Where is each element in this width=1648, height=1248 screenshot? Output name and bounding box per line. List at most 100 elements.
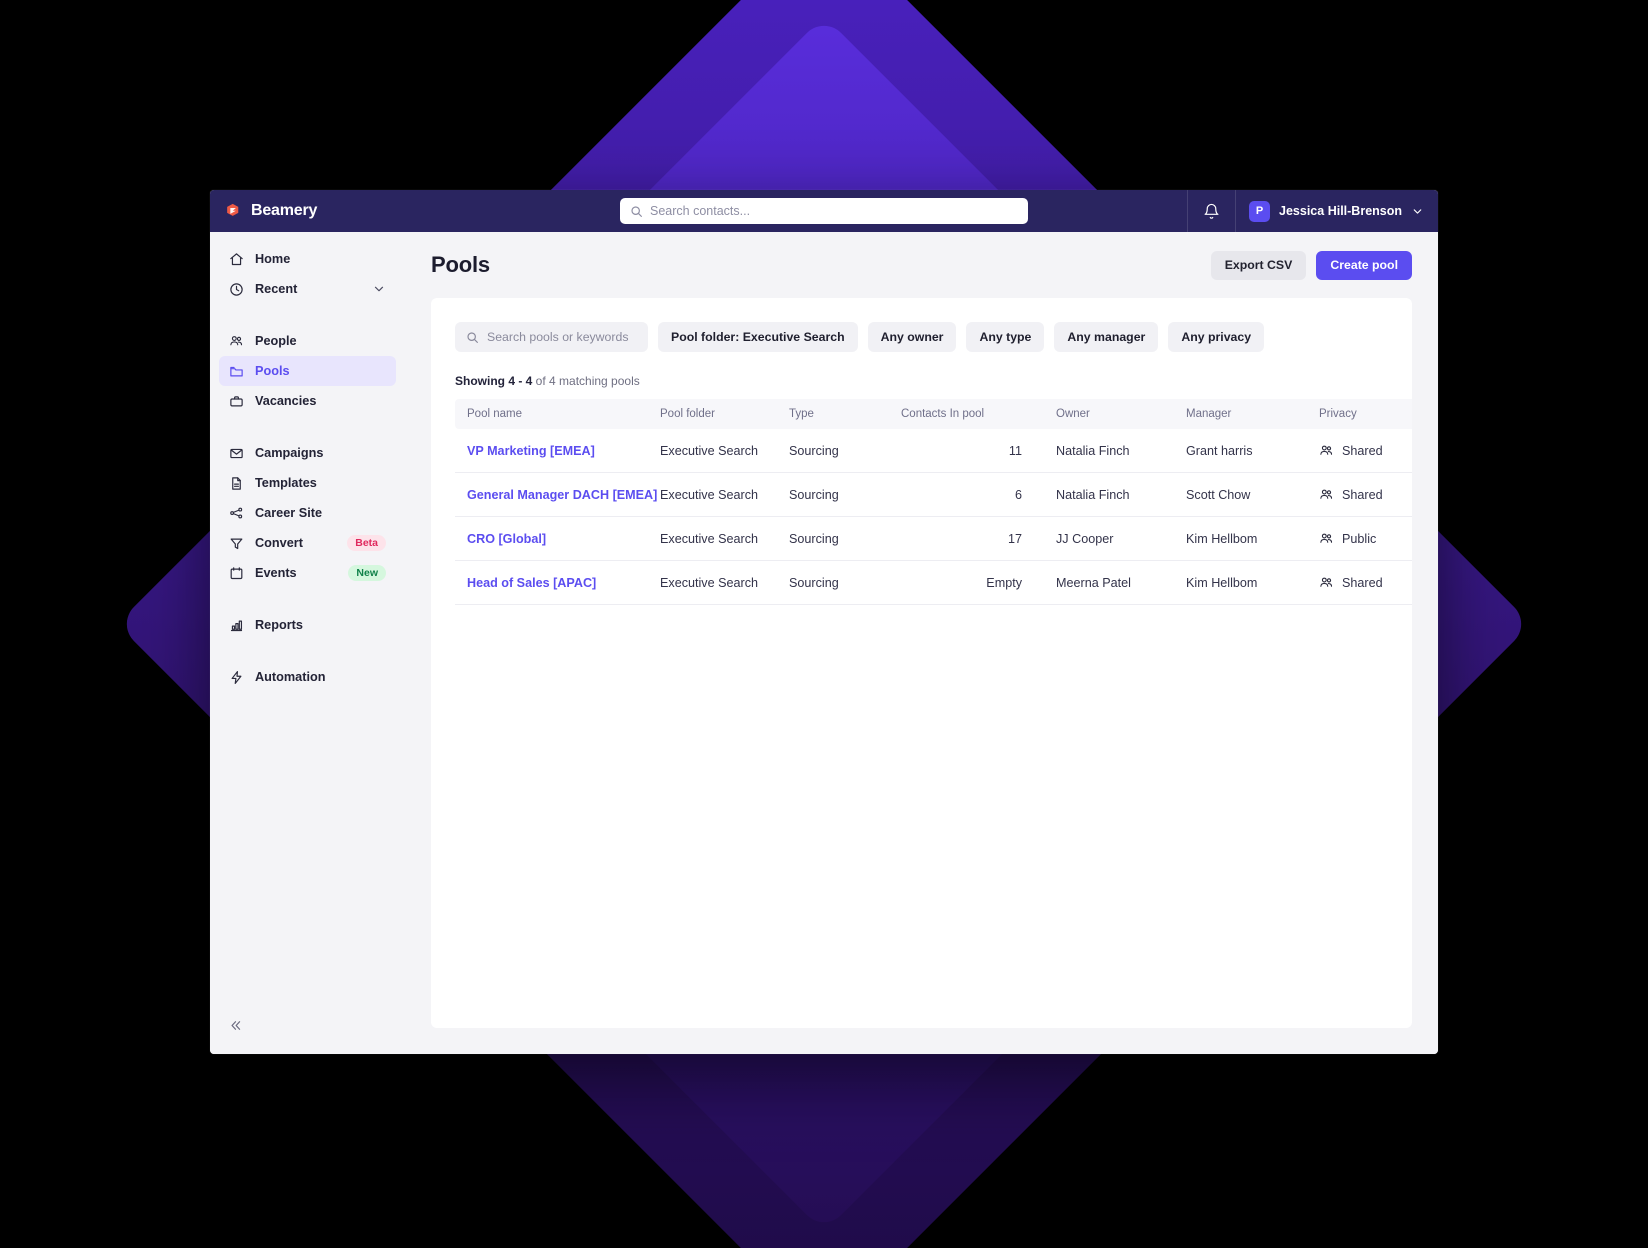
filter-chip-manager[interactable]: Any manager: [1054, 322, 1159, 352]
chevron-down-icon: [1413, 208, 1422, 214]
cell-pool-name: VP Marketing [EMEA]: [455, 429, 660, 473]
table-row[interactable]: Head of Sales [APAC] Executive Search So…: [455, 560, 1412, 605]
user-name: Jessica Hill-Brenson: [1279, 204, 1402, 218]
sidebar-item-home[interactable]: Home: [219, 244, 396, 274]
bell-icon: [1204, 203, 1219, 219]
people-icon: [229, 334, 244, 349]
clock-icon: [229, 282, 244, 297]
column-header-pool-name[interactable]: Pool name: [455, 399, 660, 429]
cell-manager: Kim Hellbom: [1186, 516, 1319, 561]
sidebar-item-label: Reports: [255, 618, 303, 632]
user-menu-button[interactable]: P Jessica Hill-Brenson: [1235, 190, 1438, 232]
results-count: Showing 4 - 4 of 4 matching pools: [455, 374, 1388, 388]
pool-search-input[interactable]: Search pools or keywords: [455, 322, 648, 352]
screenshot-root: Beamery Search contacts... P Jessica Hil…: [0, 0, 1648, 1248]
pools-panel: Search pools or keywords Pool folder: Ex…: [431, 298, 1412, 1028]
sidebar-item-vacancies[interactable]: Vacancies: [219, 386, 396, 416]
avatar: P: [1249, 200, 1271, 222]
badge-new: New: [348, 564, 386, 582]
cell-manager: Scott Chow: [1186, 472, 1319, 517]
pool-name-link[interactable]: General Manager DACH [EMEA]: [467, 488, 657, 502]
filter-chip-pool-folder[interactable]: Pool folder: Executive Search: [658, 322, 858, 352]
table-row[interactable]: CRO [Global] Executive Search Sourcing 1…: [455, 516, 1412, 561]
results-count-total: of 4 matching pools: [532, 374, 640, 388]
cell-contacts: 6: [901, 472, 1056, 517]
cell-pool-name: CRO [Global]: [455, 516, 660, 561]
table-row[interactable]: General Manager DACH [EMEA] Executive Se…: [455, 472, 1412, 517]
sidebar-item-label: Home: [255, 252, 291, 266]
people-icon: [1320, 445, 1333, 455]
cell-owner: Natalia Finch: [1056, 472, 1186, 517]
privacy-label: Shared: [1342, 443, 1383, 458]
sidebar: Home Recent People Pools Vacancies Campa…: [210, 232, 405, 1054]
sidebar-item-events[interactable]: Events New: [219, 558, 396, 588]
sidebar-item-career-site[interactable]: Career Site: [219, 498, 396, 528]
filter-bar: Search pools or keywords Pool folder: Ex…: [455, 322, 1388, 352]
folder-icon: [229, 364, 244, 379]
pool-name-link[interactable]: Head of Sales [APAC]: [467, 576, 596, 590]
sidebar-collapse-button[interactable]: [224, 1014, 246, 1036]
chevron-down-icon[interactable]: [372, 282, 386, 296]
sidebar-group-reports: Reports: [210, 610, 405, 640]
pool-name-link[interactable]: VP Marketing [EMEA]: [467, 444, 595, 458]
filter-chip-owner[interactable]: Any owner: [867, 322, 957, 352]
brand-logo-group[interactable]: Beamery: [210, 202, 405, 221]
sidebar-divider-1: [210, 304, 405, 326]
sidebar-item-reports[interactable]: Reports: [219, 610, 396, 640]
cell-pool-folder: Executive Search: [660, 516, 789, 561]
global-search-input[interactable]: Search contacts...: [620, 198, 1028, 224]
sidebar-item-pools[interactable]: Pools: [219, 356, 396, 386]
people-icon: [1320, 489, 1333, 499]
home-icon: [229, 252, 244, 267]
cell-type: Sourcing: [789, 516, 901, 561]
sitemap-icon: [229, 506, 244, 521]
page-header-actions: Export CSV Create pool: [1210, 250, 1412, 280]
table-row[interactable]: VP Marketing [EMEA] Executive Search Sou…: [455, 429, 1412, 473]
sidebar-item-label: People: [255, 334, 297, 348]
sidebar-item-label: Career Site: [255, 506, 322, 520]
pools-table: Pool name Pool folder Type Contacts In p…: [455, 399, 1412, 605]
filter-chip-type[interactable]: Any type: [966, 322, 1045, 352]
cell-privacy: Public: [1319, 516, 1412, 561]
column-header-pool-folder[interactable]: Pool folder: [660, 399, 789, 429]
sidebar-group-automation: Automation: [210, 662, 405, 692]
create-pool-button[interactable]: Create pool: [1316, 250, 1412, 280]
calendar-icon: [229, 566, 244, 581]
column-header-contacts-in-pool[interactable]: Contacts In pool: [901, 399, 1056, 429]
people-icon: [1320, 533, 1333, 543]
sidebar-item-label: Convert: [255, 536, 303, 550]
page-title: Pools: [431, 252, 490, 277]
sidebar-item-templates[interactable]: Templates: [219, 468, 396, 498]
pool-name-link[interactable]: CRO [Global]: [467, 532, 546, 546]
cell-pool-name: Head of Sales [APAC]: [455, 560, 660, 605]
sidebar-item-convert[interactable]: Convert Beta: [219, 528, 396, 558]
cell-owner: Meerna Patel: [1056, 560, 1186, 605]
column-header-privacy[interactable]: Privacy: [1319, 399, 1412, 429]
sidebar-item-label: Pools: [255, 364, 290, 378]
sidebar-item-people[interactable]: People: [219, 326, 396, 356]
notifications-button[interactable]: [1187, 190, 1235, 232]
column-header-manager[interactable]: Manager: [1186, 399, 1319, 429]
sidebar-item-recent[interactable]: Recent: [219, 274, 396, 304]
privacy-label: Shared: [1342, 487, 1383, 502]
sidebar-divider-2: [210, 416, 405, 438]
lightning-icon: [229, 670, 244, 685]
cell-type: Sourcing: [789, 472, 901, 517]
column-header-type[interactable]: Type: [789, 399, 901, 429]
cell-owner: JJ Cooper: [1056, 516, 1186, 561]
export-csv-button[interactable]: Export CSV: [1210, 250, 1307, 280]
page-header: Pools Export CSV Create pool: [431, 232, 1412, 298]
briefcase-icon: [229, 394, 244, 409]
cell-contacts: 11: [901, 429, 1056, 473]
cell-manager: Kim Hellbom: [1186, 560, 1319, 605]
privacy-label: Public: [1342, 531, 1377, 546]
column-header-owner[interactable]: Owner: [1056, 399, 1186, 429]
search-icon: [467, 331, 478, 343]
filter-chip-privacy[interactable]: Any privacy: [1168, 322, 1265, 352]
sidebar-item-campaigns[interactable]: Campaigns: [219, 438, 396, 468]
double-chevron-left-icon: [230, 1020, 240, 1030]
sidebar-item-label: Events: [255, 566, 297, 580]
sidebar-item-automation[interactable]: Automation: [219, 662, 396, 692]
top-navigation-bar: Beamery Search contacts... P Jessica Hil…: [210, 190, 1438, 232]
sidebar-item-label: Vacancies: [255, 394, 317, 408]
